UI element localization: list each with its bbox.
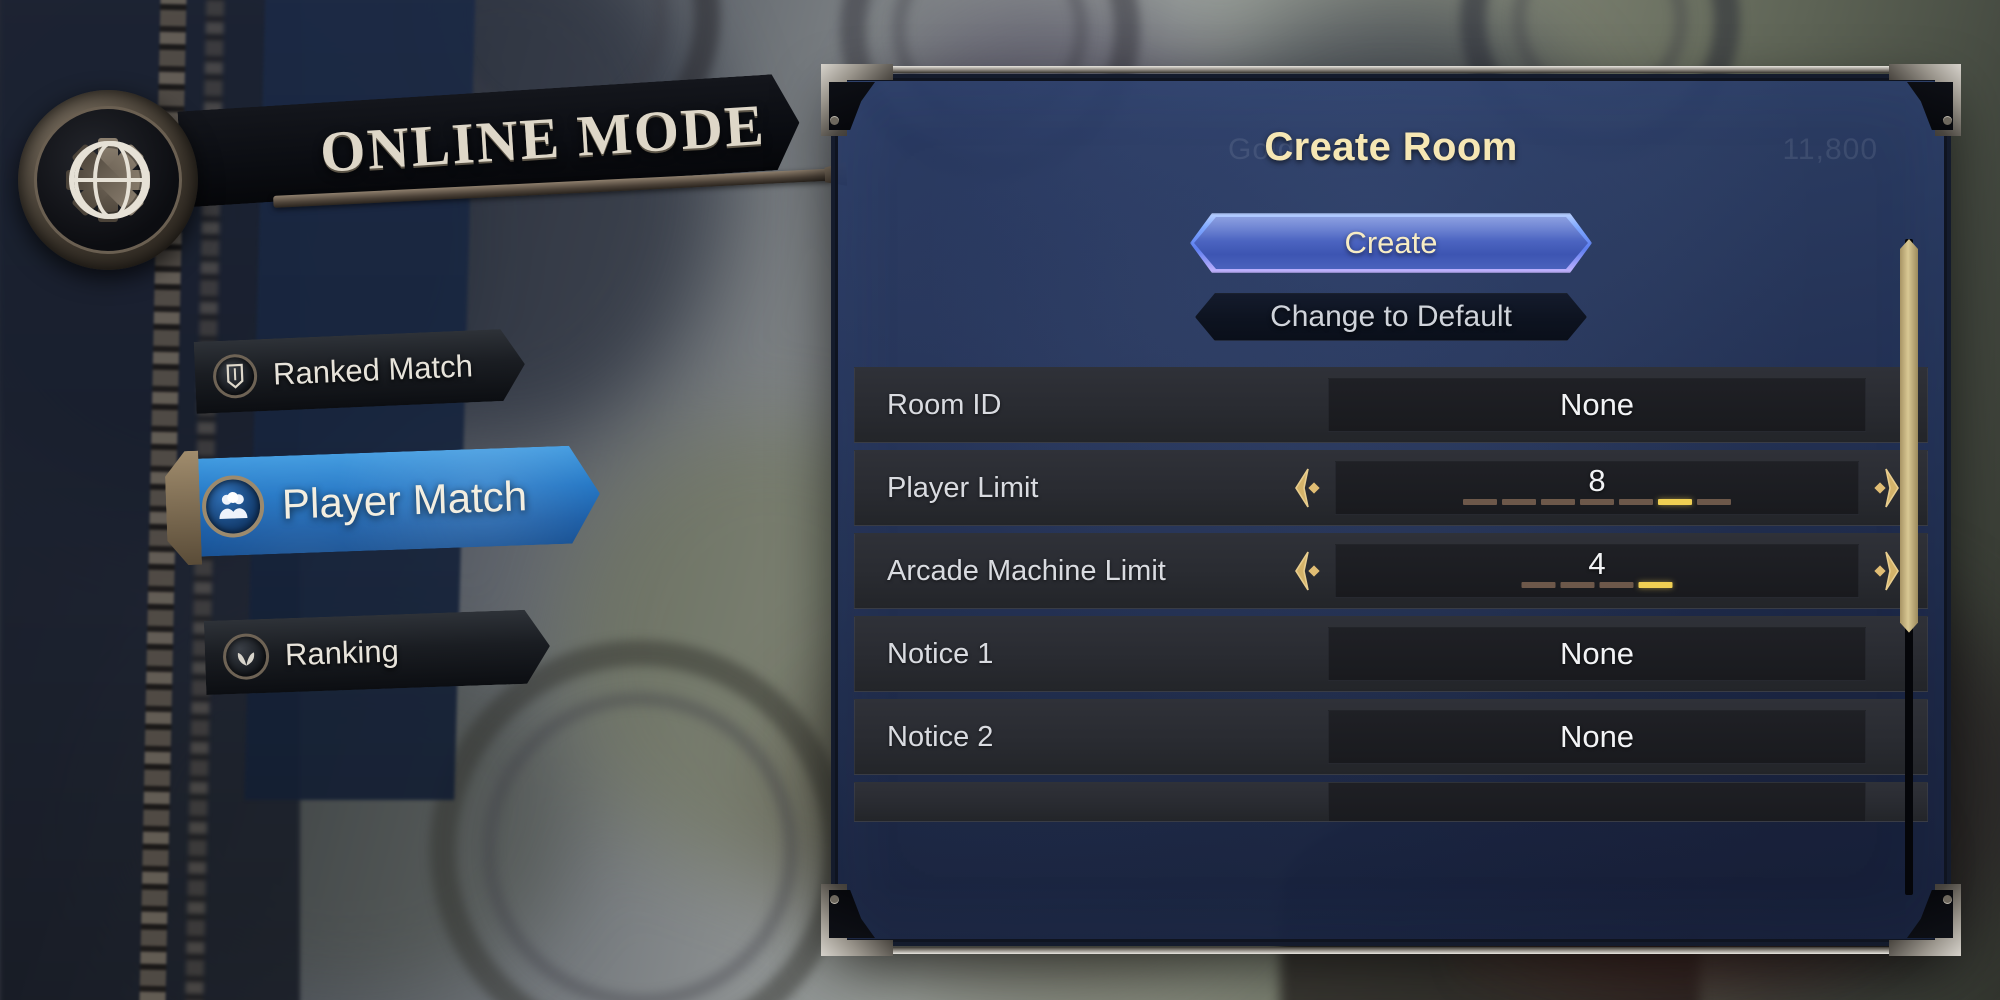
dialog-body: Gold 11,800 Create Room Create Change to…: [835, 78, 1947, 942]
row-value: None: [1559, 636, 1635, 671]
room-id-value-field[interactable]: None: [1328, 378, 1866, 432]
dialog-title: Create Room: [1264, 125, 1518, 169]
sidebar-item-label: Player Match: [281, 472, 528, 528]
sidebar-item-label: Ranking: [284, 633, 400, 673]
scrollbar[interactable]: [1900, 239, 1918, 895]
row-label: Arcade Machine Limit: [887, 554, 1166, 587]
row-value: None: [1559, 387, 1635, 422]
table-row[interactable]: Room ID None: [854, 367, 1928, 443]
table-row[interactable]: [854, 782, 1928, 822]
chevron-left-icon[interactable]: [1285, 465, 1325, 511]
table-row[interactable]: Arcade Machine Limit 4: [854, 533, 1928, 609]
player-limit-value-field[interactable]: 8: [1335, 461, 1859, 515]
row-value: 8: [1588, 463, 1606, 498]
dialog-bottom-rail: [883, 947, 1899, 954]
row-label: Room ID: [887, 388, 1002, 421]
change-to-default-label: Change to Default: [1270, 300, 1512, 333]
next-row-value-field[interactable]: [1328, 783, 1866, 821]
dialog-top-rail: [883, 66, 1899, 73]
arcade-machine-limit-value-field[interactable]: 4: [1335, 544, 1859, 598]
row-label: Notice 1: [887, 637, 994, 670]
notice-1-value-field[interactable]: None: [1328, 627, 1866, 681]
create-room-dialog: Gold 11,800 Create Room Create Change to…: [821, 64, 1957, 954]
sidebar-item-ranking[interactable]: Ranking: [204, 609, 551, 695]
create-button-label: Create: [1344, 225, 1438, 260]
sidebar-item-ranked-match[interactable]: Ranked Match: [194, 328, 527, 414]
chevron-left-icon[interactable]: [1285, 548, 1325, 594]
notice-2-value-field[interactable]: None: [1328, 710, 1866, 764]
table-row[interactable]: Player Limit 8: [854, 450, 1928, 526]
arcade-machine-limit-slider[interactable]: [1521, 582, 1673, 588]
sidebar-item-player-match[interactable]: Player Match: [178, 445, 601, 558]
globe-gear-emblem-icon: [18, 90, 198, 270]
scrollbar-thumb[interactable]: [1900, 239, 1918, 633]
settings-list: Room ID None Player Limit 8 Arcade Machi…: [854, 367, 1928, 925]
change-to-default-button[interactable]: Change to Default: [1195, 293, 1587, 341]
table-row[interactable]: Notice 1 None: [854, 616, 1928, 692]
row-label: Notice 2: [887, 720, 994, 753]
row-value: 4: [1588, 546, 1606, 581]
row-value: None: [1559, 719, 1635, 754]
table-row[interactable]: Notice 2 None: [854, 699, 1928, 775]
create-button[interactable]: Create: [1194, 217, 1588, 269]
player-limit-slider[interactable]: [1463, 499, 1731, 505]
row-label: Player Limit: [887, 471, 1039, 504]
